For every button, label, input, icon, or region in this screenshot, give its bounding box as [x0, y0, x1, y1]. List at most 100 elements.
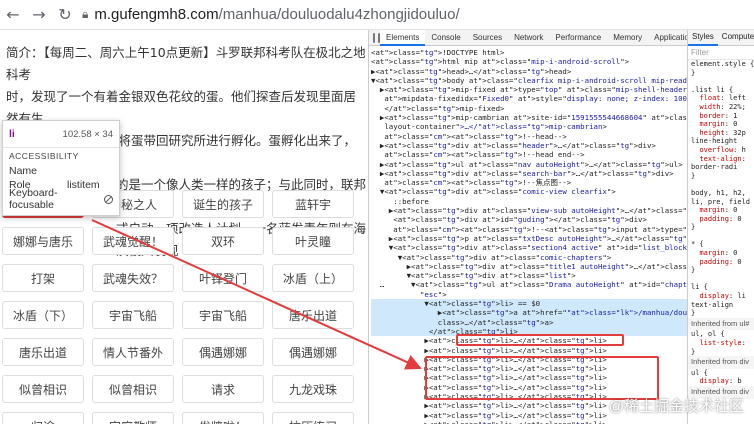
- style-rule-line: width: 22%;: [699, 102, 746, 111]
- style-rule-line: display: li: [699, 292, 746, 301]
- chapter-item[interactable]: 蓝轩宇: [272, 190, 354, 218]
- dom-node-line[interactable]: ▼<at">class="tg">body at">class="clearfi…: [371, 76, 687, 85]
- address-bar[interactable]: ← → ↻ 🔒︎ m.gufengmh8.com/manhua/douluoda…: [0, 0, 754, 30]
- inspect-element-icon[interactable]: [373, 32, 375, 43]
- chapter-item[interactable]: 归途: [2, 412, 84, 424]
- styles-pane: Styles Computed Filter element.style {} …: [687, 30, 754, 424]
- devtools-tab[interactable]: Console: [425, 30, 466, 46]
- chapter-item[interactable]: 娜娜与唐乐: [2, 227, 84, 255]
- devtools-tab[interactable]: Memory: [607, 30, 648, 46]
- dom-node-line[interactable]: ▶<at">class="tg">head>…</at">class="tg">…: [371, 67, 687, 76]
- style-rule-line: text-align: [691, 300, 734, 309]
- dom-node-line[interactable]: ▶<at">class="tg">div at">class="title1 a…: [371, 262, 687, 271]
- not-focusable-icon: [104, 194, 113, 204]
- chapter-item[interactable]: 唐乐出道: [272, 301, 354, 329]
- dom-node-line[interactable]: … ▼<at">class="tg">ul at">class="Drama a…: [371, 280, 687, 289]
- style-rule-line: }: [691, 171, 696, 180]
- tooltip-section-title: ACCESSIBILITY: [9, 151, 79, 161]
- style-rule-line: margin: 0: [699, 120, 738, 129]
- style-rule-line: list-style:: [699, 339, 746, 347]
- tab-computed[interactable]: Computed: [718, 33, 754, 42]
- chapter-item[interactable]: 偶遇娜娜: [182, 338, 264, 366]
- chapter-item[interactable]: 家庭教师: [92, 412, 174, 424]
- dom-node-line[interactable]: <at">class="tg">!DOCTYPE html>: [371, 48, 687, 57]
- dom-node-line[interactable]: ▶<at">class="tg">mip-cambrian at">site-i…: [371, 113, 687, 122]
- inherited-header: Inherited from ul#: [688, 317, 754, 331]
- chapter-item[interactable]: 叶灵瞳: [272, 227, 354, 255]
- dom-node-line[interactable]: ▶<at">class="tg">mip-fixed at">type="top…: [371, 85, 687, 94]
- dom-node-line[interactable]: ▼<at">class="tg">div at">class="comic-vi…: [371, 187, 687, 196]
- style-rule-line: li {: [691, 283, 708, 292]
- style-rule-line: }: [691, 309, 696, 318]
- forward-icon[interactable]: →: [26, 2, 52, 28]
- dom-node-line[interactable]: ▶<at">class="tg">li>…</at">class="tg">li…: [371, 346, 687, 355]
- style-rule-line: [688, 275, 754, 284]
- devtools-tab[interactable]: Performance: [549, 30, 607, 46]
- reload-icon[interactable]: ↻: [52, 2, 78, 28]
- chapter-item[interactable]: 九龙戏珠: [272, 375, 354, 403]
- style-rule-line: [688, 180, 754, 189]
- inherited-header: Inherited from div: [688, 356, 754, 369]
- dom-node-line[interactable]: <at">class="tg">div at">id="guding"></at…: [371, 215, 687, 224]
- devtools-tab[interactable]: Elements: [380, 30, 426, 46]
- tab-styles[interactable]: Styles: [688, 30, 718, 46]
- chapter-item[interactable]: 双环: [182, 227, 264, 255]
- dom-node-line[interactable]: layout-container">…</"at">class="tg">mip…: [371, 122, 687, 131]
- chapter-item[interactable]: 武魂觉醒！: [92, 227, 174, 255]
- styles-rules: element.style {} .list li { float: left …: [688, 60, 754, 399]
- dom-node-line[interactable]: ▼<at">class="tg">div at">class="comic-ch…: [371, 253, 687, 262]
- dom-node-line[interactable]: ▼<at">class="tg">li> == $0: [371, 299, 687, 309]
- dom-node-line[interactable]: ▶<at">class="tg">ul at">class="nav autoH…: [371, 160, 687, 169]
- devtools-panel: Elements Console Sources Network Performance…: [368, 30, 754, 424]
- dom-node-line[interactable]: class>…</at">class="tg">a>: [371, 317, 687, 327]
- dom-node-line[interactable]: ▶<at">class="tg">div at">class="header">…: [371, 141, 687, 150]
- chapter-item[interactable]: 请求: [182, 375, 264, 403]
- chapter-item[interactable]: 冰盾（下）: [2, 301, 84, 329]
- dom-node-line[interactable]: </at">class="tg">mip-fixed>: [371, 104, 687, 113]
- dom-node-line[interactable]: at">mipdata-fixedidx="Fixed0" at">style=…: [371, 94, 687, 103]
- devtools-tab[interactable]: Sources: [467, 30, 508, 46]
- chapter-item[interactable]: 宇宙飞船: [92, 301, 174, 329]
- chapter-item[interactable]: 诞生的孩子: [182, 190, 264, 218]
- dom-node-line[interactable]: ▶<at">class="tg">div at">class="view-sub…: [371, 206, 687, 215]
- style-rule-line: }: [691, 223, 696, 232]
- dom-node-line[interactable]: ▶<at">class="tg">a at">href=""at">class=…: [371, 308, 687, 318]
- chapter-item[interactable]: 抗压练习: [272, 412, 354, 424]
- dom-node-line[interactable]: at">class="cm"><at">class="tg">!--焦点图-->: [371, 178, 687, 187]
- style-rule-line: display: b: [699, 377, 742, 386]
- dom-node-line[interactable]: ▶<at">class="tg">li>…</at">class="tg">li…: [371, 420, 687, 424]
- chapter-item[interactable]: 偶遇娜娜: [272, 338, 354, 366]
- devtools-tab[interactable]: Network: [508, 30, 549, 46]
- url-text[interactable]: m.gufengmh8.com/manhua/douluodalu4zhongj…: [94, 6, 459, 23]
- dom-node-line[interactable]: at">class="cm"><at">class="tg">!--<at">c…: [371, 225, 687, 234]
- li-highlight-box: [425, 356, 659, 400]
- styles-filter-input[interactable]: Filter: [688, 46, 754, 60]
- back-icon[interactable]: ←: [0, 2, 26, 28]
- chapter-item[interactable]: 武魂失效？: [92, 264, 174, 292]
- chapter-item[interactable]: 似曾相识: [2, 375, 84, 403]
- chapter-item[interactable]: 宇宙飞船: [182, 301, 264, 329]
- dom-node-line[interactable]: at">class="cm"><at">class="tg">!--head--…: [371, 132, 687, 141]
- lock-icon[interactable]: 🔒︎: [82, 7, 88, 22]
- page-viewport: 简介：【每周二、周六上午10点更新】斗罗联邦科考队在极北之地科考 时，发现了一个…: [0, 30, 368, 424]
- dom-node-line[interactable]: ▼<at">class="tg">div at">class="list">: [371, 271, 687, 280]
- chapter-item[interactable]: 冰盾（上）: [272, 264, 354, 292]
- chapter-item[interactable]: 叶铎登门: [182, 264, 264, 292]
- style-rule-line: overflow: h: [699, 145, 746, 154]
- dom-node-line[interactable]: "esc">: [371, 290, 687, 299]
- chapter-item[interactable]: 情人节番外: [92, 338, 174, 366]
- style-rule-line: }: [691, 68, 696, 77]
- dom-node-line[interactable]: <at">class="tg">html mip at">class="mip-…: [371, 57, 687, 66]
- style-rule-line: border-radi: [691, 163, 738, 172]
- chapter-item[interactable]: 似曾相识: [92, 375, 174, 403]
- dom-node-line[interactable]: ▶<at">class="tg">p at">class="txtDesc au…: [371, 234, 687, 243]
- style-rule-line: padding: 0: [699, 214, 742, 223]
- dom-node-line[interactable]: ::before: [371, 197, 687, 206]
- chapter-item[interactable]: 打架: [2, 264, 84, 292]
- dom-node-line[interactable]: at">class="cm"><at">class="tg">!--head e…: [371, 150, 687, 159]
- dom-node-line[interactable]: ▼<at">class="tg">div at">class="section4…: [371, 243, 687, 252]
- chapter-item[interactable]: 发牆啦！: [182, 412, 264, 424]
- style-rule-line: padding: 0: [699, 257, 742, 266]
- chapter-item[interactable]: 唐乐出道: [2, 338, 84, 366]
- dom-node-line[interactable]: ▶<at">class="tg">div at">class="search-b…: [371, 169, 687, 178]
